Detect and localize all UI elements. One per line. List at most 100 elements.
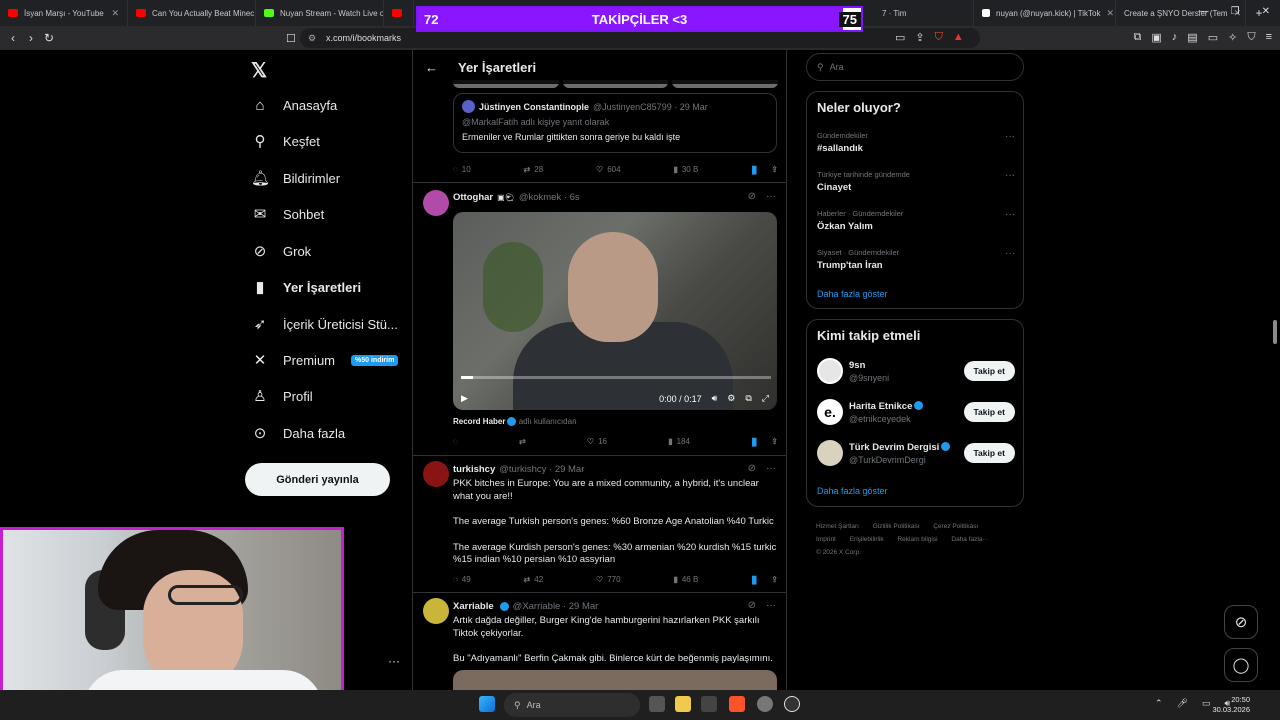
- volume-icon[interactable]: 🔊︎: [712, 393, 718, 404]
- grok-icon[interactable]: ⊘: [748, 191, 756, 202]
- forward-icon[interactable]: ›: [22, 31, 40, 45]
- extensions-icon[interactable]: ⧉: [1134, 31, 1142, 44]
- nav-creator-studio[interactable]: ➶ İçerik Üreticisi Stü...: [251, 306, 398, 342]
- nav-premium[interactable]: ✕ Premium %50 indirim: [251, 342, 399, 378]
- play-icon[interactable]: ▶: [461, 393, 468, 404]
- share-icon[interactable]: ⇪: [915, 31, 924, 44]
- more-icon[interactable]: ···: [766, 600, 776, 611]
- back-arrow-icon[interactable]: ←: [425, 60, 438, 75]
- clock[interactable]: 20:50 30.03.2026: [1212, 695, 1250, 715]
- minimize-icon[interactable]: —: [1199, 6, 1209, 17]
- microphone-icon[interactable]: 🎤︎: [1177, 698, 1188, 709]
- browser-tab[interactable]: Can You Actually Beat Minec✕: [128, 0, 256, 26]
- avatar[interactable]: [423, 461, 449, 487]
- post-image[interactable]: [453, 670, 777, 690]
- pip-icon[interactable]: ⧉: [745, 393, 751, 404]
- grok-fab-button[interactable]: ⊘: [1224, 605, 1258, 639]
- network-icon[interactable]: ▭: [1202, 698, 1211, 709]
- follow-suggestion[interactable]: Türk Devrim Dergisi @TurkDevrimDergi Taki…: [817, 439, 1015, 467]
- more-icon[interactable]: ···: [1005, 209, 1015, 220]
- nav-explore[interactable]: ⚲ Keşfet: [251, 123, 320, 159]
- close-window-icon[interactable]: ✕: [1262, 6, 1270, 17]
- page-scrollbar[interactable]: [1272, 52, 1278, 688]
- video-progress[interactable]: [461, 376, 771, 379]
- grok-icon[interactable]: ⊘: [748, 463, 756, 474]
- more-icon[interactable]: ···: [1005, 170, 1015, 181]
- more-icon[interactable]: ···: [766, 191, 776, 202]
- avatar[interactable]: [423, 598, 449, 624]
- share-icon[interactable]: ⇪: [771, 165, 778, 174]
- bookmark-icon[interactable]: ▮: [751, 163, 757, 176]
- store-icon[interactable]: [701, 696, 717, 712]
- brave-rewards-icon[interactable]: ▲: [953, 31, 964, 44]
- bookmark-icon[interactable]: ▮: [751, 435, 757, 448]
- extension-icon[interactable]: ▣: [1151, 31, 1161, 44]
- search-input[interactable]: ⚲ Ara: [806, 53, 1024, 81]
- browser-tab[interactable]: [384, 0, 414, 26]
- nav-more[interactable]: ⊙ Daha fazla: [251, 415, 345, 451]
- grok-icon[interactable]: ⊘: [748, 600, 756, 611]
- share-icon[interactable]: ⇪: [771, 437, 778, 446]
- like-button[interactable]: ♡ 16: [587, 437, 607, 446]
- repost-button[interactable]: ⇄ 28: [524, 165, 544, 174]
- file-explorer-icon[interactable]: [675, 696, 691, 712]
- follow-button[interactable]: Takip et: [963, 361, 1015, 381]
- avatar[interactable]: [423, 190, 449, 216]
- reload-icon[interactable]: ↻: [40, 31, 58, 45]
- browser-tab[interactable]: İsyan Marşı - YouTube ✕: [0, 0, 128, 26]
- like-button[interactable]: ♡ 604: [596, 165, 621, 174]
- close-tab-icon[interactable]: ✕: [1106, 8, 1114, 19]
- brave-shield-icon[interactable]: ⛉: [935, 31, 943, 44]
- views-button[interactable]: ▮ 46 B: [673, 575, 698, 584]
- post-button[interactable]: Gönderi yayınla: [245, 463, 390, 496]
- leo-ai-icon[interactable]: ✧: [1228, 31, 1237, 44]
- media-player-icon[interactable]: [784, 696, 800, 712]
- show-more-link[interactable]: Daha fazla göster: [817, 486, 888, 496]
- trend-item[interactable]: Haberler · Gündemdekiler Özkan Yalım ···: [817, 209, 1015, 232]
- repost-button[interactable]: ⇄ 42: [524, 575, 544, 584]
- bookmark-icon[interactable]: ▮: [751, 573, 757, 586]
- follow-suggestion[interactable]: e. Harita Etnikce @etnikceyedek Takip et: [817, 398, 1015, 426]
- wallet-icon[interactable]: ▭: [1208, 31, 1218, 44]
- reply-button[interactable]: ◌ 49: [453, 575, 471, 584]
- menu-icon[interactable]: ≡: [1266, 31, 1272, 44]
- start-icon[interactable]: [479, 696, 495, 712]
- nav-bookmarks[interactable]: ▮ Yer İşaretleri: [251, 269, 361, 305]
- video-player[interactable]: ▶ 0:00 / 0:17 🔊︎ ⚙ ⧉ ⤢: [453, 212, 777, 410]
- more-icon[interactable]: ···: [1005, 131, 1015, 142]
- more-icon[interactable]: ···: [1005, 248, 1015, 259]
- cast-icon[interactable]: ▭: [895, 31, 905, 44]
- browser-tab[interactable]: Nuyan Stream - Watch Live o✕: [256, 0, 384, 26]
- trend-item[interactable]: Siyaset · Gündemdekiler Trump'tan İran ···: [817, 248, 1015, 271]
- brave-icon[interactable]: [729, 696, 745, 712]
- close-tab-icon[interactable]: ✕: [111, 8, 119, 19]
- bookmark-page-icon[interactable]: ☐: [286, 32, 296, 45]
- nav-grok[interactable]: ⊘ Grok: [251, 233, 311, 269]
- share-icon[interactable]: ⇪: [771, 575, 778, 584]
- quoted-post[interactable]: Jüstinyen Constantinople @JustinyenC8579…: [453, 93, 777, 153]
- browser-tab[interactable]: 7 · Tim: [874, 0, 974, 26]
- site-settings-icon[interactable]: ⚙: [308, 33, 316, 44]
- task-view-icon[interactable]: [649, 696, 665, 712]
- maximize-icon[interactable]: ❐: [1231, 6, 1240, 17]
- nav-profile[interactable]: ♙ Profil: [251, 378, 312, 414]
- more-icon[interactable]: ···: [766, 463, 776, 474]
- fullscreen-icon[interactable]: ⤢: [762, 393, 769, 404]
- follow-button[interactable]: Takip et: [963, 443, 1015, 463]
- app-icon[interactable]: [757, 696, 773, 712]
- show-more-link[interactable]: Daha fazla göster: [817, 289, 888, 299]
- taskbar-search[interactable]: ⚲ Ara: [504, 693, 640, 717]
- x-logo-icon[interactable]: 𝕏: [251, 58, 267, 83]
- back-icon[interactable]: ‹: [4, 31, 22, 45]
- trend-item[interactable]: Gündemdekiler #sallandık ···: [817, 131, 1015, 154]
- music-icon[interactable]: ♪: [1172, 31, 1178, 44]
- browser-tab[interactable]: nuyan (@nuyan.kick) | TikTok ✕: [974, 0, 1116, 26]
- repost-button[interactable]: ⇄: [519, 437, 526, 446]
- views-button[interactable]: ▮ 30 B: [673, 165, 698, 174]
- like-button[interactable]: ♡ 770: [596, 575, 621, 584]
- vpn-icon[interactable]: ⛉: [1247, 31, 1255, 44]
- follow-suggestion[interactable]: 9sn @9snyeni Takip et: [817, 357, 1015, 385]
- messages-fab-button[interactable]: ◯: [1224, 648, 1258, 682]
- nav-chat[interactable]: ✉ Sohbet: [251, 196, 325, 232]
- account-menu-icon[interactable]: ···: [388, 654, 400, 668]
